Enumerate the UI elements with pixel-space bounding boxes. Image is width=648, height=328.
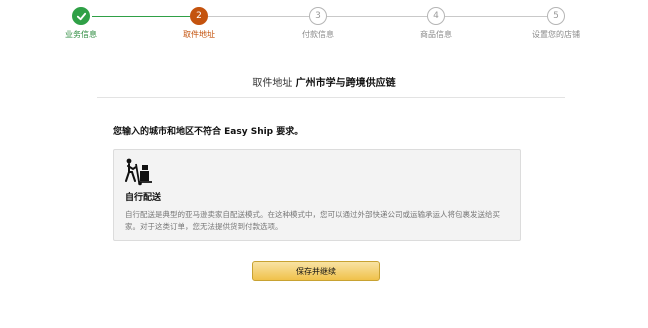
checkmark-icon — [72, 7, 90, 25]
step-number: 5 — [547, 7, 565, 25]
warning-message: 您输入的城市和地区不符合 Easy Ship 要求。 — [113, 127, 304, 137]
page-title: 取件地址 广州市学与跨境供应链 — [0, 74, 648, 89]
step-label: 取件地址 — [183, 30, 215, 39]
step-number: 2 — [190, 7, 208, 25]
page-title-prefix: 取件地址 — [252, 78, 293, 89]
step-number: 4 — [427, 7, 445, 25]
option-description: 自行配送是典型的亚马逊卖家自配送模式。在这种模式中，您可以通过外部快递公司或运输… — [125, 210, 500, 231]
save-and-continue-button[interactable]: 保存并继续 — [252, 261, 380, 281]
step-label: 设置您的店铺 — [532, 30, 580, 39]
step-store-setup: 5 设置您的店铺 — [511, 7, 601, 40]
self-delivery-option[interactable]: 自行配送 自行配送是典型的亚马逊卖家自配送模式。在这种模式中，您可以通过外部快递… — [113, 149, 521, 241]
step-label: 商品信息 — [420, 30, 452, 39]
step-number: 3 — [309, 7, 327, 25]
hand-truck-icon — [124, 158, 154, 186]
step-label: 付款信息 — [302, 30, 334, 39]
progress-stepper: 业务信息 2 取件地址 3 付款信息 4 商品信息 5 设置您的店铺 — [0, 0, 648, 48]
step-payment-info: 3 付款信息 — [273, 7, 363, 40]
divider — [97, 97, 565, 98]
step-business-info: 业务信息 — [36, 7, 126, 40]
step-pickup-address: 2 取件地址 — [154, 7, 244, 40]
step-product-info: 4 商品信息 — [391, 7, 481, 40]
step-label: 业务信息 — [65, 30, 97, 39]
company-name: 广州市学与跨境供应链 — [295, 78, 396, 89]
option-title: 自行配送 — [125, 193, 162, 203]
